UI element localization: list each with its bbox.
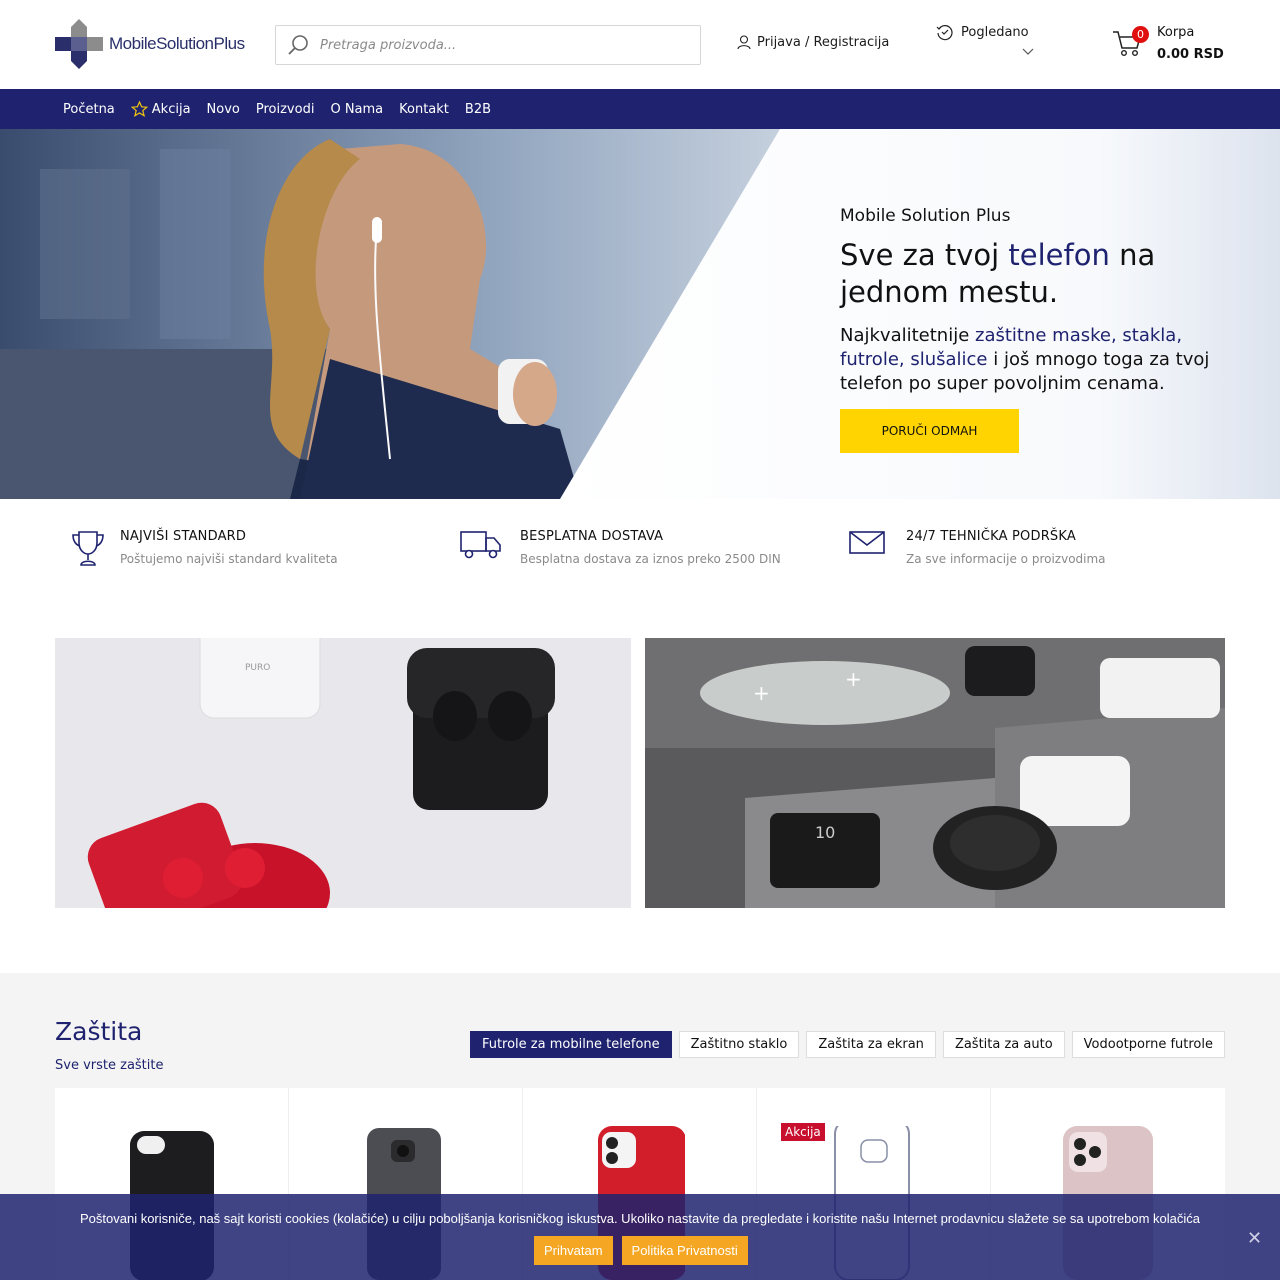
- hero-image: [0, 129, 1280, 499]
- logo-text: MobileSolutionPlus: [109, 34, 245, 53]
- logo[interactable]: MobileSolutionPlus: [55, 19, 245, 69]
- viewed-label: Pogledano: [961, 25, 1029, 40]
- hero-slider: Mobile Solution Plus Sve za tvoj telefon…: [0, 129, 1280, 499]
- tab-screen-protection[interactable]: Zaštita za ekran: [806, 1031, 936, 1058]
- hero-title: Sve za tvoj telefon na jednom mestu.: [840, 237, 1240, 311]
- plus-glyph-1: +: [753, 681, 770, 705]
- envelope-icon: [849, 531, 885, 554]
- nav-item-sale[interactable]: Akcija: [123, 101, 199, 117]
- banner-chargers[interactable]: + + 10: [645, 638, 1225, 908]
- features-bar: NAJVIŠI STANDARD Poštujemo najviši stand…: [0, 499, 1280, 609]
- main-nav: Početna Akcija Novo Proizvodi O Nama Kon…: [0, 89, 1280, 129]
- banner-brand-text: PURO: [245, 663, 270, 673]
- truck-icon: [460, 531, 501, 559]
- tab-phone-cases[interactable]: Futrole za mobilne telefone: [469, 1031, 672, 1058]
- section-title: Zaštita: [55, 1017, 143, 1046]
- cart-count-badge: 0: [1132, 26, 1149, 43]
- chevron-down-icon: [1022, 48, 1034, 55]
- hero-brand: Mobile Solution Plus: [840, 206, 1011, 226]
- login-label: Prijava / Registracija: [757, 35, 890, 50]
- hero-description: Najkvalitetnije zaštitne maske, stakla, …: [840, 324, 1250, 396]
- search-box[interactable]: [275, 25, 701, 65]
- search-icon[interactable]: [288, 34, 310, 56]
- logo-icon: [55, 19, 103, 69]
- nav-item-label: Akcija: [151, 101, 191, 117]
- feature-support: 24/7 TEHNIČKA PODRŠKA Za sve informacije…: [849, 529, 1106, 566]
- order-now-button[interactable]: PORUČI ODMAH: [840, 409, 1019, 453]
- nav-item-label: Kontakt: [399, 101, 449, 117]
- nav-item-label: Proizvodi: [255, 101, 315, 117]
- cart-total: 0.00 RSD: [1157, 47, 1224, 62]
- history-icon: [936, 25, 953, 41]
- category-tabs: Futrole za mobilne telefone Zaštitno sta…: [463, 1031, 1225, 1058]
- chargers-image: + + 10: [645, 638, 1225, 908]
- feature-subtitle: Poštujemo najviši standard kvaliteta: [120, 552, 338, 566]
- nav-item-label: B2B: [464, 101, 492, 117]
- tab-car-protection[interactable]: Zaštita za auto: [942, 1031, 1065, 1058]
- feature-subtitle: Besplatna dostava za iznos preko 2500 DI…: [520, 552, 781, 566]
- privacy-policy-button[interactable]: Politika Privatnosti: [621, 1236, 748, 1265]
- slider-dot[interactable]: [578, 472, 595, 489]
- trophy-icon: [72, 531, 104, 566]
- sale-badge: Akcija: [781, 1123, 825, 1141]
- hero-title-pre: Sve za tvoj: [840, 238, 1009, 272]
- nav-item-label: Novo: [206, 101, 240, 117]
- cart[interactable]: 0 Korpa 0.00 RSD: [1112, 24, 1252, 68]
- section-subtitle: Sve vrste zaštite: [55, 1058, 164, 1073]
- feature-title: BESPLATNA DOSTAVA: [520, 529, 664, 544]
- recently-viewed[interactable]: Pogledano: [936, 24, 1046, 55]
- nav-item-new[interactable]: Novo: [199, 102, 248, 117]
- plus-glyph-2: +: [845, 667, 862, 691]
- cookie-accept-button[interactable]: Prihvatam: [534, 1236, 613, 1265]
- banner-number-text: 10: [815, 823, 835, 842]
- cookie-message: Poštovani korisniče, naš sajt koristi co…: [80, 1211, 1200, 1226]
- nav-item-b2b[interactable]: B2B: [457, 102, 499, 117]
- nav-item-home[interactable]: Početna: [55, 102, 123, 117]
- hero-desc-pre: Najkvalitetnije: [840, 325, 975, 346]
- feature-delivery: BESPLATNA DOSTAVA Besplatna dostava za i…: [460, 529, 781, 566]
- nav-item-products[interactable]: Proizvodi: [248, 102, 323, 117]
- cart-label: Korpa: [1157, 25, 1195, 40]
- site-header: MobileSolutionPlus Prijava / Registracij…: [0, 0, 1280, 89]
- hero-title-highlight: telefon: [1008, 238, 1110, 272]
- nav-item-label: O Nama: [330, 101, 384, 117]
- earbuds-image: PURO: [55, 638, 631, 908]
- tab-waterproof-cases[interactable]: Vodootporne futrole: [1071, 1031, 1225, 1058]
- nav-item-label: Početna: [63, 101, 115, 117]
- feature-title: NAJVIŠI STANDARD: [120, 529, 247, 544]
- close-icon[interactable]: ✕: [1247, 1228, 1262, 1249]
- feature-standard: NAJVIŠI STANDARD Poštujemo najviši stand…: [70, 529, 338, 571]
- login-link[interactable]: Prijava / Registracija: [737, 35, 889, 50]
- search-input[interactable]: [320, 37, 680, 53]
- user-icon: [737, 35, 751, 50]
- tab-tempered-glass[interactable]: Zaštitno staklo: [678, 1031, 800, 1058]
- feature-subtitle: Za sve informacije o proizvodima: [906, 552, 1106, 566]
- nav-item-about[interactable]: O Nama: [322, 102, 391, 117]
- cookie-banner: Poštovani korisniče, naš sajt koristi co…: [0, 1194, 1280, 1280]
- feature-title: 24/7 TEHNIČKA PODRŠKA: [906, 529, 1076, 544]
- star-icon: [130, 101, 148, 117]
- nav-item-contact[interactable]: Kontakt: [391, 102, 457, 117]
- banner-earbuds[interactable]: PURO: [55, 638, 631, 908]
